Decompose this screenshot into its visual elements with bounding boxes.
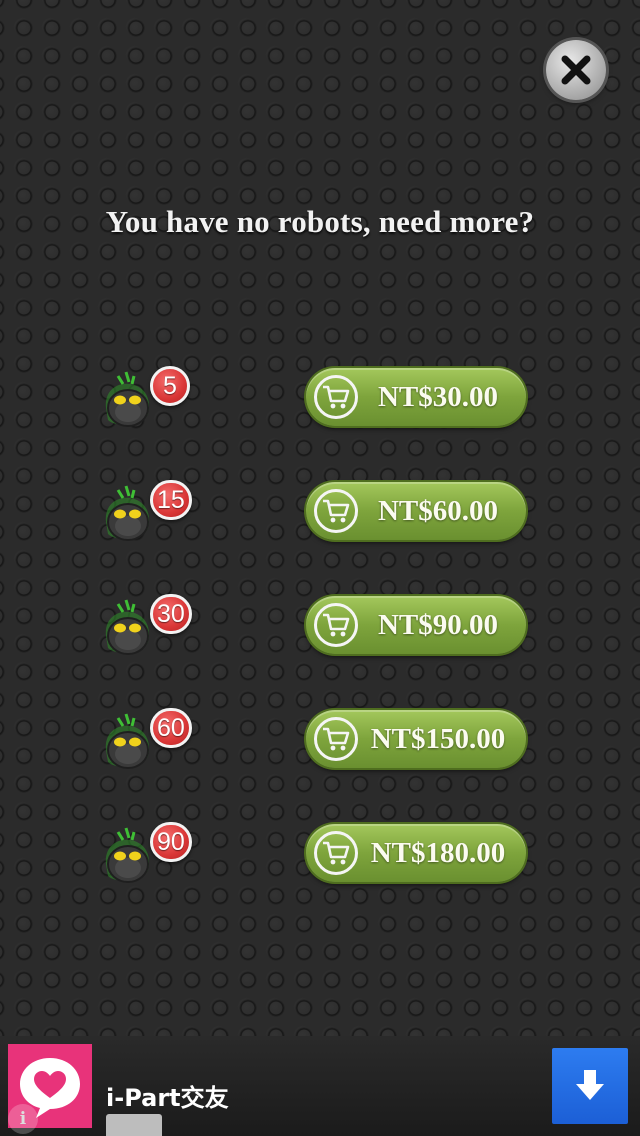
- robot-pack-90: 90 NT$180.00: [96, 822, 536, 888]
- buy-button-60[interactable]: NT$150.00: [306, 710, 526, 768]
- robot-pack-15: 15 NT$60.00: [96, 480, 536, 546]
- cart-icon: [314, 489, 358, 533]
- robot-icon: [96, 596, 160, 660]
- buy-button-30[interactable]: NT$90.00: [306, 596, 526, 654]
- ad-info-badge[interactable]: i: [8, 1104, 38, 1134]
- buy-button-15[interactable]: NT$60.00: [306, 482, 526, 540]
- robot-icon: [96, 368, 160, 432]
- price-label: NT$180.00: [370, 836, 506, 869]
- cart-icon: [314, 375, 358, 419]
- cart-icon: [314, 717, 358, 761]
- robot-count-badge: 5: [150, 366, 190, 406]
- close-icon: [561, 55, 591, 85]
- price-label: NT$150.00: [370, 722, 506, 755]
- cart-icon: [314, 603, 358, 647]
- robot-pack-60: 60 NT$150.00: [96, 708, 536, 774]
- robot-pack-30: 30 NT$90.00: [96, 594, 536, 660]
- ad-title: i-Part交友: [106, 1084, 229, 1112]
- ad-free-tag: [106, 1114, 162, 1136]
- robot-icon: [96, 824, 160, 888]
- robot-count-badge: 30: [150, 594, 192, 634]
- price-label: NT$90.00: [377, 608, 499, 641]
- close-button[interactable]: [546, 40, 606, 100]
- ad-banner[interactable]: i i-Part交友: [0, 1036, 640, 1136]
- ad-download-button[interactable]: [552, 1048, 628, 1124]
- price-label: NT$30.00: [377, 380, 499, 413]
- robot-icon: [96, 482, 160, 546]
- page-title: You have no robots, need more?: [105, 204, 535, 239]
- buy-button-90[interactable]: NT$180.00: [306, 824, 526, 882]
- robot-count-badge: 90: [150, 822, 192, 862]
- robot-count-badge: 15: [150, 480, 192, 520]
- download-arrow-icon: [576, 1070, 604, 1100]
- cart-icon: [314, 831, 358, 875]
- robot-count-badge: 60: [150, 708, 192, 748]
- buy-button-5[interactable]: NT$30.00: [306, 368, 526, 426]
- price-label: NT$60.00: [377, 494, 499, 527]
- robot-icon: [96, 710, 160, 774]
- robot-pack-5: 5 NT$30.00: [96, 366, 536, 432]
